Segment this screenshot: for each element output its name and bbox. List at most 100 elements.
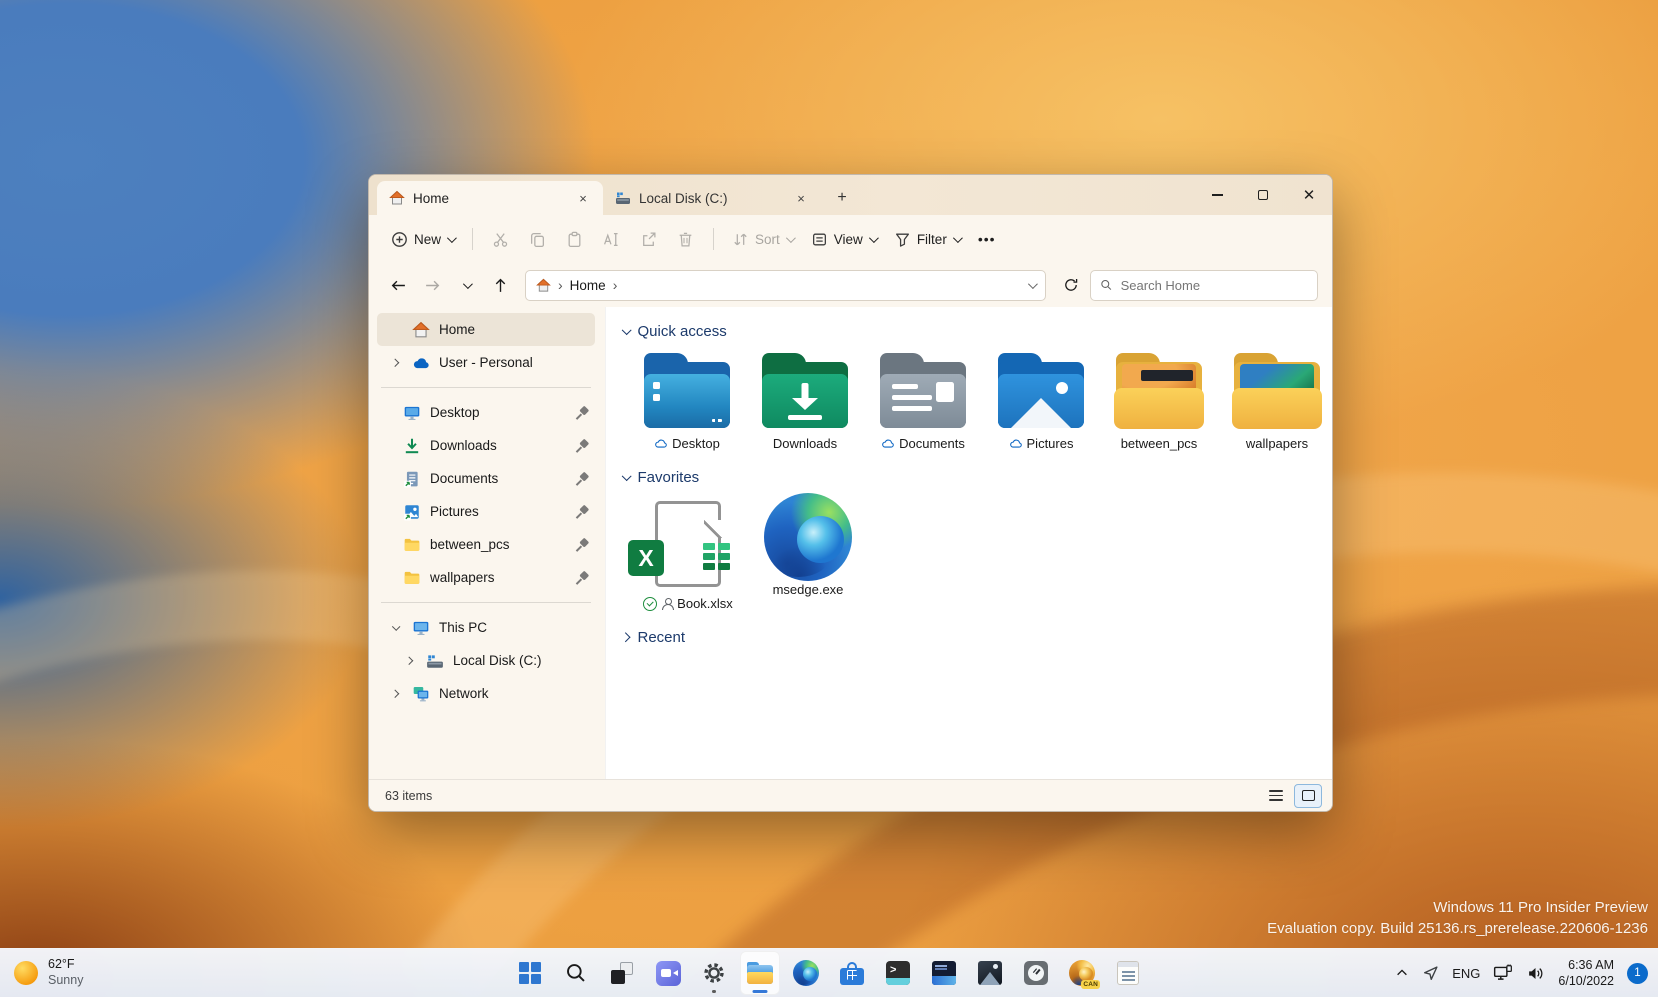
tab-local-disk[interactable]: Local Disk (C:) ×	[603, 181, 821, 215]
minimize-button[interactable]	[1194, 175, 1240, 215]
forward-button[interactable]	[417, 270, 447, 300]
sidebar-item-label: Network	[439, 686, 589, 701]
sidebar-item-local-disk[interactable]: Local Disk (C:)	[377, 644, 595, 677]
sidebar-item-documents[interactable]: Documents	[377, 462, 595, 495]
network-tray-button[interactable]	[1493, 964, 1513, 982]
details-view-button[interactable]	[1262, 784, 1290, 808]
address-dropdown-icon[interactable]	[1028, 279, 1038, 289]
sidebar-item-label: Downloads	[430, 438, 566, 453]
settings-button[interactable]	[694, 951, 734, 995]
close-button[interactable]: ✕	[1286, 175, 1332, 215]
new-tab-button[interactable]: +	[829, 185, 855, 211]
taskbar: 62°F Sunny	[0, 948, 1658, 997]
section-favorites[interactable]: Favorites	[606, 465, 1332, 494]
location-tray-icon[interactable]	[1422, 965, 1439, 982]
sidebar-item-downloads[interactable]: Downloads	[377, 429, 595, 462]
quick-access-item-wallpapers[interactable]: wallpapers	[1222, 350, 1332, 451]
tab-home-label: Home	[413, 191, 565, 206]
tab-home-close-icon[interactable]: ×	[573, 188, 593, 208]
copy-button[interactable]	[520, 225, 555, 254]
clock-date-button[interactable]: 6:36 AM 6/10/2022	[1558, 957, 1614, 990]
refresh-button[interactable]	[1056, 270, 1086, 300]
cut-button[interactable]	[483, 225, 518, 254]
chat-button[interactable]	[648, 951, 688, 995]
notepad-button[interactable]	[1108, 951, 1148, 995]
edge-canary-button[interactable]: CAN	[1062, 951, 1102, 995]
hidden-icons-button[interactable]	[1395, 966, 1409, 980]
sidebar-item-this-pc[interactable]: This PC	[377, 611, 595, 644]
recent-locations-button[interactable]	[451, 270, 481, 300]
section-recent[interactable]: Recent	[606, 625, 1332, 654]
widgets-weather-button[interactable]: 62°F Sunny	[14, 957, 83, 988]
start-button[interactable]	[510, 951, 550, 995]
edge-logo-icon	[793, 960, 819, 986]
language-indicator[interactable]: ENG	[1452, 966, 1480, 981]
favorite-item-book-xlsx[interactable]: X Book.xlsx	[632, 496, 744, 611]
favorites-grid: X Book.xlsx msedge.exe	[606, 494, 1332, 625]
quick-access-item-pictures[interactable]: Pictures	[986, 350, 1096, 451]
sidebar-item-label: User - Personal	[439, 355, 589, 370]
rename-button[interactable]	[594, 225, 629, 254]
tab-local-disk-close-icon[interactable]: ×	[791, 188, 811, 208]
edge-button[interactable]	[786, 951, 826, 995]
microsoft-store-button[interactable]	[832, 951, 872, 995]
item-label: wallpapers	[1246, 436, 1308, 451]
clock-app-button[interactable]	[1016, 951, 1056, 995]
filter-button[interactable]: Filter	[886, 225, 968, 254]
sidebar-item-wallpapers[interactable]: wallpapers	[377, 561, 595, 594]
section-title: Quick access	[638, 323, 727, 340]
search-input[interactable]	[1121, 278, 1308, 293]
quick-access-item-desktop[interactable]: Desktop	[632, 350, 742, 451]
search-box[interactable]	[1090, 270, 1318, 301]
sidebar-item-pictures[interactable]: Pictures	[377, 495, 595, 528]
share-button[interactable]	[631, 225, 666, 254]
taskbar-search-button[interactable]	[556, 951, 596, 995]
sidebar-item-desktop[interactable]: Desktop	[377, 396, 595, 429]
sidebar-item-network[interactable]: Network	[377, 677, 595, 710]
sidebar-item-onedrive[interactable]: User - Personal	[377, 346, 595, 379]
arrow-up-icon	[492, 277, 509, 294]
chevron-right-icon[interactable]	[391, 359, 399, 367]
sidebar-item-home[interactable]: Home	[377, 313, 595, 346]
arrow-left-icon	[390, 277, 407, 294]
sidebar-item-label: This PC	[439, 620, 589, 635]
download-arrow-icon	[403, 437, 421, 455]
task-view-button[interactable]	[602, 951, 642, 995]
edge-canary-icon: CAN	[1069, 960, 1095, 986]
back-button[interactable]	[383, 270, 413, 300]
photos-button[interactable]	[970, 951, 1010, 995]
quick-access-item-documents[interactable]: Documents	[868, 350, 978, 451]
quick-access-item-between-pcs[interactable]: between_pcs	[1104, 350, 1214, 451]
chevron-down-icon[interactable]	[393, 622, 401, 630]
maximize-button[interactable]	[1240, 175, 1286, 215]
chevron-right-icon[interactable]	[405, 657, 413, 665]
favorite-item-msedge[interactable]: msedge.exe	[752, 496, 864, 611]
breadcrumb-separator: ›	[613, 277, 618, 293]
terminal-icon: >	[886, 961, 910, 985]
item-label: Desktop	[672, 436, 720, 451]
notification-badge[interactable]: 1	[1627, 963, 1648, 984]
section-quick-access[interactable]: Quick access	[606, 319, 1332, 348]
large-icons-view-button[interactable]	[1294, 784, 1322, 808]
up-button[interactable]	[485, 270, 515, 300]
breadcrumb-home[interactable]: Home	[570, 278, 606, 293]
insider-app-button[interactable]	[924, 951, 964, 995]
new-button[interactable]: New	[383, 225, 462, 254]
quick-access-item-downloads[interactable]: Downloads	[750, 350, 860, 451]
paste-button[interactable]	[557, 225, 592, 254]
see-more-button[interactable]: •••	[970, 227, 1004, 251]
photos-icon	[978, 961, 1002, 985]
refresh-icon	[1063, 277, 1079, 293]
chevron-right-icon[interactable]	[391, 690, 399, 698]
breadcrumb[interactable]: › Home ›	[525, 270, 1046, 301]
file-explorer-button[interactable]	[740, 951, 780, 995]
delete-button[interactable]	[668, 225, 703, 254]
terminal-button[interactable]: >	[878, 951, 918, 995]
home-icon	[536, 278, 551, 293]
sort-button[interactable]: Sort	[724, 225, 801, 254]
file-explorer-window: Home × Local Disk (C:) × + ✕	[368, 174, 1333, 812]
volume-tray-button[interactable]	[1526, 965, 1545, 982]
tab-home[interactable]: Home ×	[377, 181, 603, 215]
sidebar-item-between-pcs[interactable]: between_pcs	[377, 528, 595, 561]
view-button[interactable]: View	[803, 225, 884, 254]
